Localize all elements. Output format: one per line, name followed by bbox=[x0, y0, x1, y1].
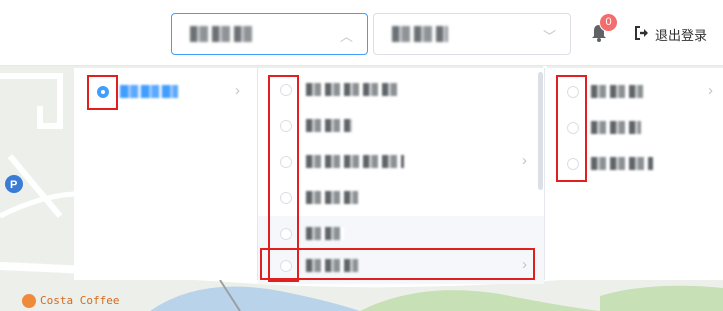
cascader-option[interactable] bbox=[258, 72, 544, 108]
svg-text:P: P bbox=[10, 179, 17, 191]
option-label bbox=[306, 191, 358, 204]
chevron-right-icon: › bbox=[708, 82, 713, 99]
option-label bbox=[591, 157, 653, 170]
secondary-select[interactable]: ﹀ bbox=[373, 13, 571, 55]
option-label bbox=[306, 83, 398, 96]
cascader-option[interactable] bbox=[258, 216, 544, 252]
cascader-option[interactable]: › bbox=[258, 144, 544, 180]
primary-select[interactable]: ︿ bbox=[171, 13, 368, 55]
option-label bbox=[306, 119, 352, 132]
option-label bbox=[306, 227, 344, 240]
option-label bbox=[120, 85, 178, 98]
highlight-box-column-1-radio bbox=[87, 75, 118, 110]
chevron-up-icon: ︿ bbox=[339, 29, 353, 44]
option-label bbox=[591, 85, 643, 98]
chevron-right-icon: › bbox=[522, 152, 527, 169]
option-label bbox=[591, 121, 641, 134]
primary-select-value bbox=[190, 26, 254, 42]
highlight-box-row bbox=[260, 248, 535, 280]
column-2-scrollbar[interactable] bbox=[538, 72, 543, 190]
option-label bbox=[306, 155, 404, 168]
notification-badge: 0 bbox=[599, 13, 618, 32]
chevron-down-icon: ﹀ bbox=[542, 29, 556, 44]
highlight-box-column-3-radios bbox=[556, 75, 587, 182]
secondary-select-value bbox=[392, 26, 448, 42]
logout-link[interactable]: 退出登录 bbox=[655, 25, 707, 44]
cascader-option[interactable] bbox=[258, 108, 544, 144]
chevron-right-icon: › bbox=[235, 82, 240, 99]
top-header-bar: ︿ ﹀ 0 退出登录 bbox=[0, 0, 723, 66]
cascader-option[interactable] bbox=[258, 180, 544, 216]
logout-icon[interactable] bbox=[634, 26, 650, 40]
coffee-icon bbox=[22, 294, 36, 308]
map-poi-label[interactable]: Costa Coffee bbox=[40, 294, 119, 307]
